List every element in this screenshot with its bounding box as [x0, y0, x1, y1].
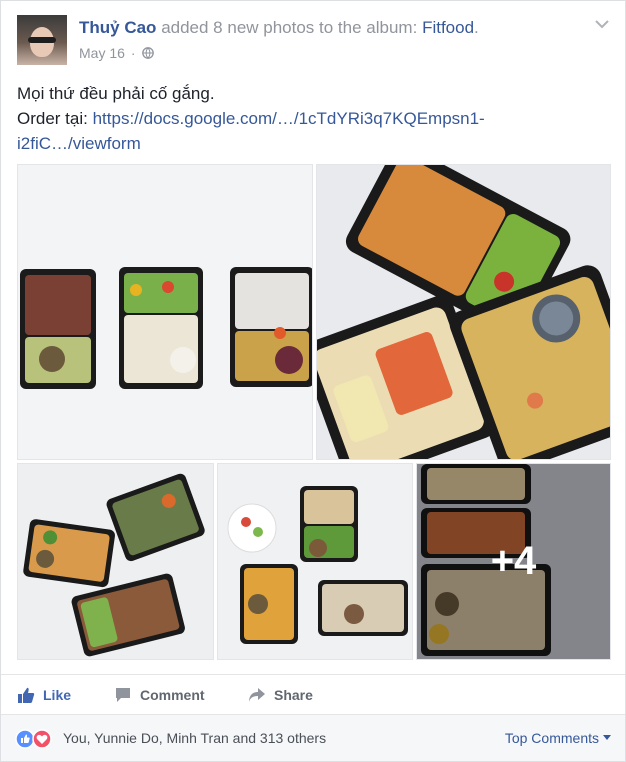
order-prefix: Order tại:	[17, 109, 93, 128]
author-avatar[interactable]	[17, 15, 67, 65]
meta-separator: ·	[130, 45, 136, 61]
globe-icon[interactable]	[141, 47, 154, 59]
post-text-line: Mọi thứ đều phải cố gắng.	[17, 84, 215, 103]
reaction-icons[interactable]	[15, 729, 55, 749]
photo-3-image	[18, 464, 213, 659]
post-header: Thuỷ Cao added 8 new photos to the album…	[17, 15, 609, 65]
photo-3[interactable]	[17, 463, 214, 660]
photo-4[interactable]	[217, 463, 413, 660]
album-link[interactable]: Fitfood	[422, 18, 474, 37]
post-card: Thuỷ Cao added 8 new photos to the album…	[0, 0, 626, 762]
photo-5-more[interactable]: +4	[416, 463, 611, 660]
post-text: Mọi thứ đều phải cố gắng. Order tại: htt…	[17, 81, 607, 156]
post-meta: May 16 ·	[79, 45, 154, 61]
caret-down-icon	[603, 735, 611, 740]
top-comments-dropdown[interactable]: Top Comments	[505, 730, 611, 746]
like-label: Like	[43, 687, 72, 703]
top-comments-label: Top Comments	[504, 730, 599, 746]
reaction-summary[interactable]: You, Yunnie Do, Minh Tran and 313 others	[63, 730, 326, 746]
share-button[interactable]: Share	[248, 675, 313, 715]
post-order-line-2: i2fiC…/viewform	[17, 131, 607, 156]
reactions-bar: You, Yunnie Do, Minh Tran and 313 others…	[1, 714, 625, 761]
photo-1-image	[18, 165, 312, 459]
action-bar: Like Comment Share	[1, 674, 625, 715]
comment-label: Comment	[140, 687, 205, 703]
thumbs-up-icon	[18, 687, 35, 703]
photo-2[interactable]	[316, 164, 611, 460]
photo-grid: +4	[17, 164, 611, 660]
post-order-line: Order tại: https://docs.google.com/…/1cT…	[17, 106, 607, 131]
headline-suffix: .	[474, 18, 479, 37]
more-photos-overlay[interactable]: +4	[417, 464, 610, 659]
order-link[interactable]: https://docs.google.com/…/1cTdYRi3q7KQEm…	[93, 109, 485, 128]
comment-icon	[116, 688, 130, 702]
photo-2-image	[317, 165, 610, 459]
author-name[interactable]: Thuỷ Cao	[79, 18, 156, 37]
share-label: Share	[274, 687, 313, 703]
chevron-down-icon[interactable]	[595, 19, 609, 29]
post-action-text: added 8 new photos to the album:	[161, 18, 418, 37]
post-headline: Thuỷ Cao added 8 new photos to the album…	[79, 18, 479, 38]
comment-button[interactable]: Comment	[114, 675, 205, 715]
share-icon	[249, 688, 265, 702]
order-link-continued[interactable]: i2fiC…/viewform	[17, 134, 141, 153]
photo-1[interactable]	[17, 164, 313, 460]
photo-4-image	[218, 464, 412, 659]
like-button[interactable]: Like	[17, 675, 71, 715]
post-date[interactable]: May 16	[79, 45, 125, 61]
